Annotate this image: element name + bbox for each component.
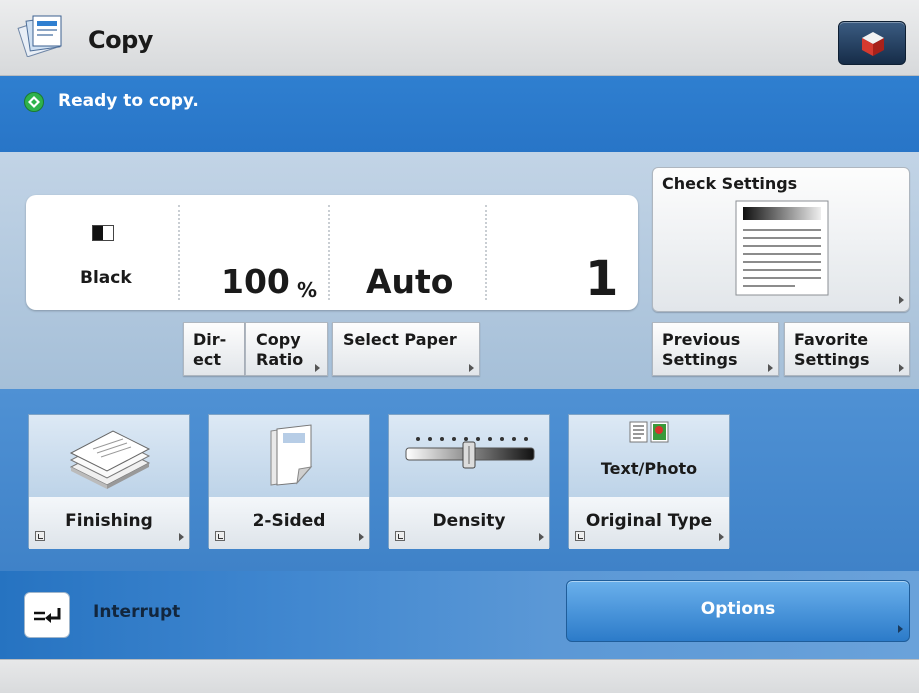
original-type-button[interactable]: Text/Photo Original Type: [568, 414, 730, 549]
copy-ratio-value: 100: [221, 262, 290, 301]
favorite-settings-button[interactable]: Favorite Settings: [784, 322, 910, 376]
finishing-label: Finishing: [65, 511, 153, 531]
green-diamond-icon: [24, 92, 44, 112]
copies-count: 1: [585, 251, 619, 307]
interrupt-label[interactable]: Interrupt: [93, 602, 180, 622]
status-monitor-button[interactable]: [838, 21, 906, 65]
options-button[interactable]: Options: [566, 580, 910, 642]
footer-bar: [0, 659, 919, 693]
color-mode-value: Black: [80, 268, 132, 288]
status-bar: [0, 76, 919, 152]
document-preview-icon: [735, 200, 829, 296]
copy-ratio-button[interactable]: Copy Ratio: [245, 322, 328, 376]
divider: [328, 205, 330, 300]
previous-settings-label-line2: Settings: [662, 350, 738, 369]
direct-button[interactable]: Dir- ect: [183, 322, 245, 376]
expand-icon: [575, 531, 585, 541]
finishing-button[interactable]: Finishing: [28, 414, 190, 549]
chevron-right-icon: [768, 364, 773, 372]
page-title: Copy: [88, 26, 153, 54]
interrupt-button[interactable]: [24, 592, 70, 638]
chevron-right-icon: [719, 533, 724, 541]
chevron-right-icon: [899, 364, 904, 372]
copy-ratio-label-line1: Copy: [256, 330, 301, 349]
copy-documents-icon: [17, 15, 62, 57]
chevron-right-icon: [539, 533, 544, 541]
settings-summary-panel: [26, 195, 638, 310]
original-type-label: Original Type: [585, 511, 713, 531]
copy-ratio-unit: %: [297, 278, 318, 302]
favorite-settings-label-line2: Settings: [794, 350, 870, 369]
select-paper-label: Select Paper: [343, 330, 457, 349]
chevron-right-icon: [899, 296, 904, 304]
options-label: Options: [700, 599, 776, 619]
density-button[interactable]: Density: [388, 414, 550, 549]
original-type-value: Text/Photo: [600, 459, 698, 478]
two-sided-label: 2-Sided: [252, 511, 326, 531]
check-settings-button[interactable]: Check Settings: [652, 167, 910, 312]
direct-label-line1: Dir-: [193, 330, 227, 349]
paper-value: Auto: [366, 262, 454, 301]
select-paper-button[interactable]: Select Paper: [332, 322, 480, 376]
expand-icon: [215, 531, 225, 541]
chevron-right-icon: [359, 533, 364, 541]
text-photo-icon: [629, 421, 669, 443]
interrupt-arrows-icon: [34, 608, 61, 623]
check-settings-label: Check Settings: [662, 174, 798, 193]
density-label: Density: [432, 511, 506, 531]
chevron-right-icon: [179, 533, 184, 541]
previous-settings-button[interactable]: Previous Settings: [652, 322, 779, 376]
expand-icon: [35, 531, 45, 541]
title-bar: Copy: [0, 0, 919, 76]
density-slider-icon: [405, 437, 535, 469]
chevron-right-icon: [898, 625, 903, 633]
expand-icon: [395, 531, 405, 541]
favorite-settings-label-line1: Favorite: [794, 330, 869, 349]
duplex-page-icon: [270, 424, 313, 486]
paper-stack-icon: [69, 430, 151, 489]
direct-label-line2: ect: [193, 350, 221, 369]
previous-settings-label-line1: Previous: [662, 330, 741, 349]
two-sided-button[interactable]: 2-Sided: [208, 414, 370, 549]
status-message: Ready to copy.: [58, 91, 199, 111]
divider: [178, 205, 180, 300]
black-white-icon: [92, 225, 114, 241]
chevron-right-icon: [469, 364, 474, 372]
chevron-right-icon: [315, 364, 320, 372]
red-cube-icon: [862, 32, 884, 56]
copy-ratio-label-line2: Ratio: [256, 350, 304, 369]
divider: [485, 205, 487, 300]
